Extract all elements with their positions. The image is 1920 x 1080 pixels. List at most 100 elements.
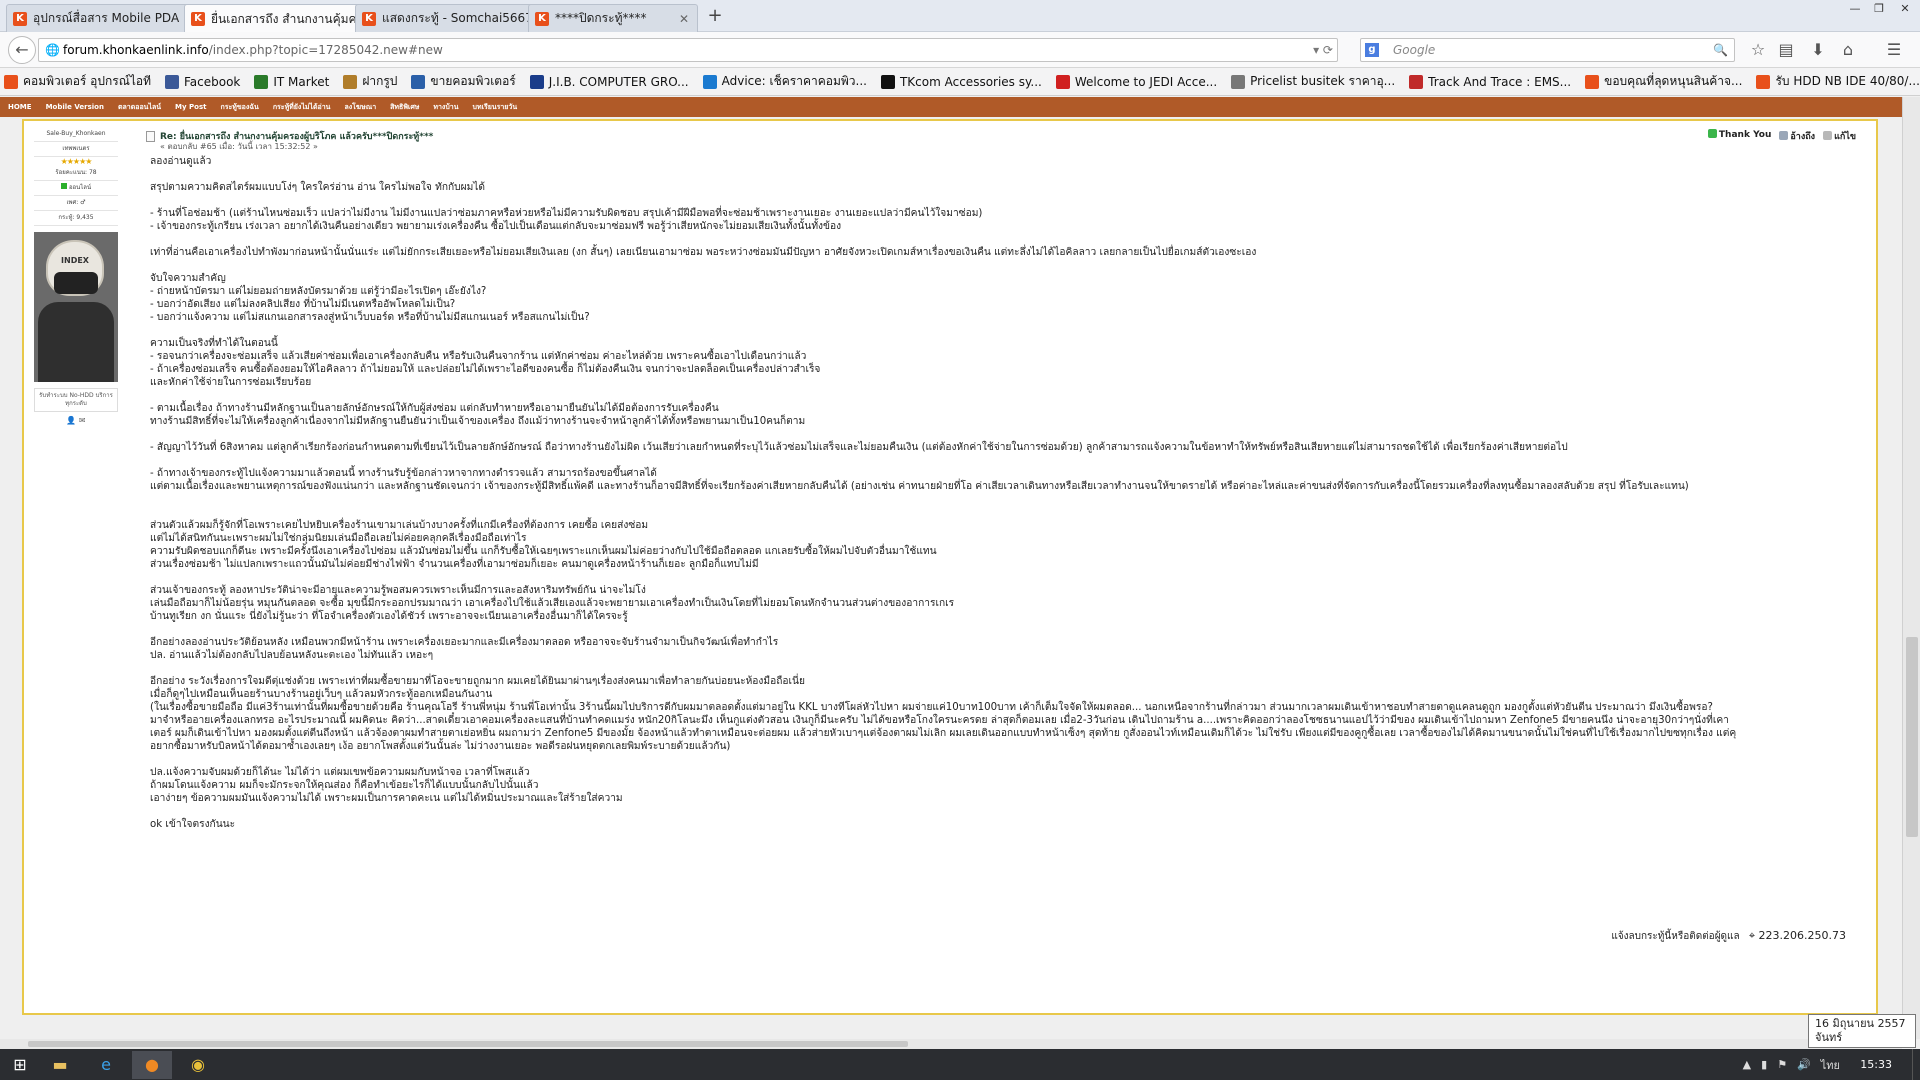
forum-page: Sale-Buy_Khonkaen เทพพเนตร ★★★★★ ร้อยคะแ… <box>0 117 1902 1039</box>
file-explorer-icon[interactable]: ▬ <box>40 1051 80 1079</box>
bookmark-label: Pricelist busitek ราคาอุ... <box>1250 74 1396 88</box>
site-navigation: HOME Mobile Version ตลาดออนไลน์ My Post กระท… <box>0 97 1902 117</box>
sitenav-item[interactable]: HOME <box>8 103 32 111</box>
back-button[interactable]: ← <box>8 36 36 64</box>
sitenav-item[interactable]: กระทู้ของฉัน <box>220 102 258 113</box>
bookmark-label: J.I.B. COMPUTER GRO... <box>548 74 689 89</box>
search-icon[interactable]: 🔍 <box>1713 39 1728 61</box>
flag-icon[interactable]: ⚑ <box>1777 1058 1787 1071</box>
edit-button[interactable]: แก้ไข <box>1823 129 1856 143</box>
sitenav-item[interactable]: ทางบ้าน <box>433 102 458 113</box>
profile-icons[interactable]: 👤 ✉ <box>34 416 118 425</box>
scroll-thumb[interactable] <box>28 1041 908 1047</box>
horizontal-scrollbar[interactable] <box>0 1039 1902 1049</box>
volume-icon[interactable]: 🔊 <box>1797 1058 1811 1071</box>
vertical-scrollbar[interactable] <box>1902 97 1920 1039</box>
sitenav-item[interactable]: ตลาดออนไลน์ <box>118 102 161 113</box>
date-tooltip: 16 มิถุนายน 2557 จันทร์ <box>1808 1014 1916 1048</box>
address-bar[interactable]: 🌐 forum.khonkaenlink.info/index.php?topi… <box>38 38 1338 62</box>
search-placeholder: Google <box>1393 43 1436 57</box>
bookmark-item[interactable]: Facebook <box>164 74 240 89</box>
post-body: ลองอ่านดูแล้ว สรุปตามความคิดสไตร์ผมแบบโง… <box>150 156 1737 830</box>
bookmark-item[interactable]: Advice: เช็คราคาคอมพิว... <box>702 72 867 91</box>
site-favicon-icon: K <box>535 11 549 26</box>
sitenav-item[interactable]: บทเรียนรายวัน <box>473 102 518 113</box>
quote-button[interactable]: อ้างถึง <box>1779 129 1815 143</box>
thank-label: Thank You <box>1718 130 1772 140</box>
bookmark-item[interactable]: Track And Trace : EMS... <box>1409 74 1572 89</box>
language-indicator[interactable]: ไทย <box>1821 1056 1840 1074</box>
globe-icon: 🌐 <box>45 43 60 57</box>
sitenav-item[interactable]: Mobile Version <box>46 103 104 111</box>
search-input[interactable]: g Google 🔍 <box>1360 38 1735 62</box>
bookmark-item[interactable]: คอมพิวเตอร์ อุปกรณ์ไอที <box>4 72 151 91</box>
show-desktop-button[interactable] <box>1912 1049 1920 1080</box>
home-icon[interactable]: ⌂ <box>1836 38 1860 62</box>
document-icon <box>146 131 155 142</box>
quote-label: อ้างถึง <box>1790 132 1816 142</box>
new-tab-button[interactable]: + <box>704 5 726 27</box>
advice-icon <box>702 74 717 89</box>
download-icon[interactable]: ⬇ <box>1806 38 1830 62</box>
jedi-icon <box>1055 74 1070 89</box>
internet-explorer-icon[interactable]: e <box>86 1051 126 1079</box>
bookmark-label: ขอบคุณที่ลุดหนุนสินค้าจ... <box>1604 74 1743 88</box>
site-favicon-icon: K <box>362 11 376 26</box>
bookmark-item[interactable]: ขอบคุณที่ลุดหนุนสินค้าจ... <box>1585 72 1742 91</box>
ems-icon <box>1409 74 1424 89</box>
sitenav-item[interactable]: ลงโฆษณา <box>344 102 376 113</box>
bookmark-item[interactable]: Pricelist busitek ราคาอุ... <box>1231 72 1395 91</box>
url-host: forum.khonkaenlink.info <box>63 43 209 57</box>
avatar: INDEX <box>34 232 118 382</box>
minimize-icon[interactable]: — <box>1844 2 1866 16</box>
bookmark-item[interactable]: J.I.B. COMPUTER GRO... <box>529 74 689 89</box>
k-icon <box>1585 74 1600 89</box>
bookmark-label: IT Market <box>273 74 330 89</box>
thank-icon <box>1707 129 1717 138</box>
tab-label: อุปกรณ์สื่อสาร Mobile PDA <box>33 11 180 25</box>
bookmark-label: Track And Trace : EMS... <box>1428 74 1572 89</box>
clock[interactable]: 15:33 <box>1860 1058 1892 1071</box>
bookmark-item[interactable]: Welcome to JEDI Acce... <box>1055 74 1217 89</box>
windows-taskbar: ⊞ ▬ e ● ◉ ▲ ▮ ⚑ 🔊 ไทย 15:33 <box>0 1049 1920 1080</box>
tk-icon <box>880 74 895 89</box>
bookmark-item[interactable]: IT Market <box>254 74 330 89</box>
bookmark-star-icon[interactable]: ☆ <box>1746 38 1770 62</box>
bookmark-item[interactable]: TKcom Accessories sy... <box>880 74 1042 89</box>
post-meta: « ตอบกลับ #65 เมื่อ: วันนี้ เวลา 15:32:5… <box>160 142 318 151</box>
tab-label: ****ปิดกระทู้**** <box>555 11 647 25</box>
sitenav-item[interactable]: กระทู้ที่ยังไม่ได้อ่าน <box>273 102 331 113</box>
windows-start-icon[interactable]: ⊞ <box>0 1051 40 1079</box>
post-actions: Thank You อ้างถึง แก้ไข <box>1707 129 1856 143</box>
reader-icon[interactable]: ▤ <box>1774 38 1798 62</box>
bookmark-item[interactable]: รับ HDD NB IDE 40/80/... <box>1756 72 1920 91</box>
site-favicon-icon: K <box>13 11 27 26</box>
sitenav-item[interactable]: My Post <box>175 103 206 111</box>
menu-icon[interactable]: ☰ <box>1882 38 1906 62</box>
edit-label: แก้ไข <box>1834 132 1856 142</box>
jib-icon <box>529 74 544 89</box>
close-icon[interactable]: ✕ <box>677 12 691 26</box>
quote-icon <box>1779 131 1789 140</box>
thank-you-button[interactable]: Thank You <box>1707 129 1772 143</box>
browser-tab[interactable]: K ****ปิดกระทู้**** ✕ <box>528 4 698 32</box>
online-label: ออนไลน์ <box>68 184 92 191</box>
poster-rating: ร้อยคะแนน: 78 <box>34 166 118 181</box>
bookmark-item[interactable]: ขายคอมพิวเตอร์ <box>411 72 516 91</box>
google-icon[interactable]: g <box>1365 43 1379 57</box>
reload-icon[interactable]: ▾ ⟳ <box>1313 39 1333 61</box>
chrome-icon[interactable]: ◉ <box>178 1051 218 1079</box>
bookmark-item[interactable]: ฝากรูป <box>343 72 397 91</box>
poster-gender: เพศ: ♂ <box>34 196 118 211</box>
poster-rank: เทพพเนตร <box>34 142 118 157</box>
scroll-thumb[interactable] <box>1906 637 1918 837</box>
firefox-icon[interactable]: ● <box>132 1051 172 1079</box>
close-window-icon[interactable]: ✕ <box>1894 2 1916 16</box>
restore-icon[interactable]: ❐ <box>1868 2 1890 16</box>
tray-expand-icon[interactable]: ▲ <box>1743 1058 1751 1071</box>
network-icon[interactable]: ▮ <box>1761 1058 1767 1071</box>
sitenav-item[interactable]: สิทธิพิเศษ <box>390 102 419 113</box>
bookmark-label: ฝากรูป <box>362 74 398 88</box>
report-link[interactable]: แจ้งลบกระทู้นี้หรือติดต่อผู้ดูแล <box>1611 931 1739 942</box>
poster-name[interactable]: Sale-Buy_Khonkaen <box>34 127 118 142</box>
